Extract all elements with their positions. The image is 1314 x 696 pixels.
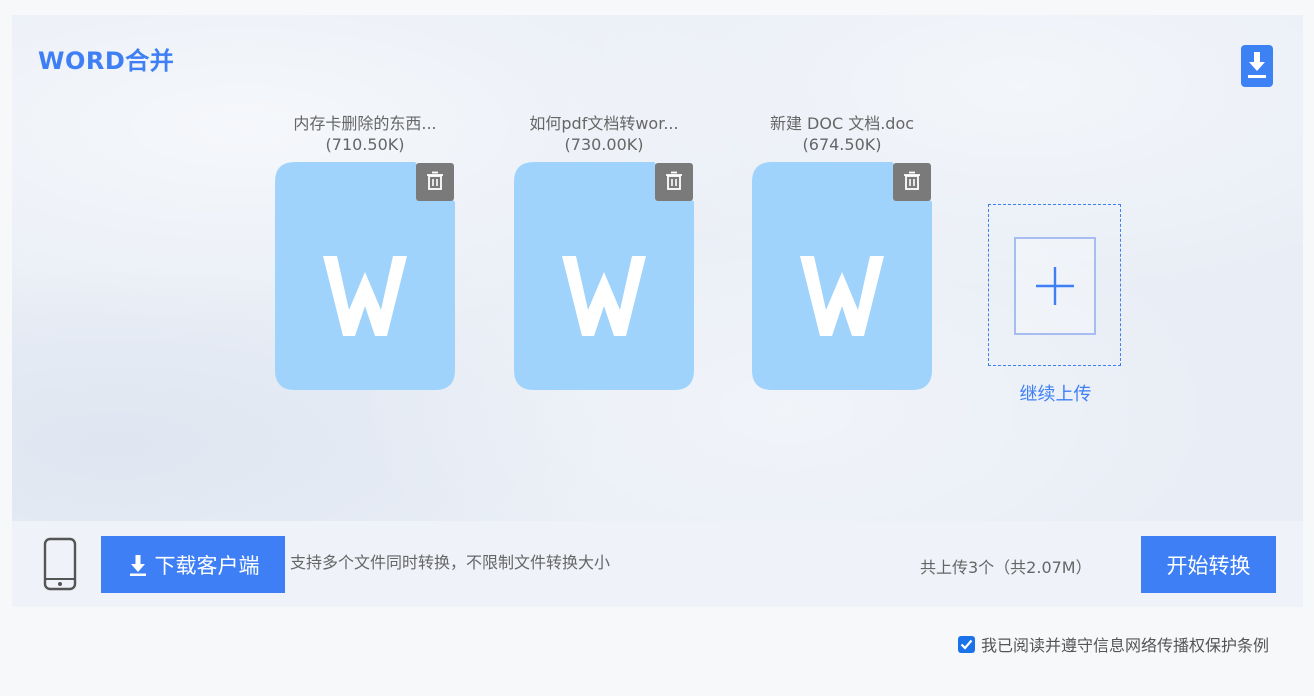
continue-upload-label[interactable]: 继续上传 [988, 380, 1123, 406]
file-size: (674.50K) [802, 135, 882, 154]
upload-total: 共上传3个（共2.07M） [920, 558, 1092, 577]
file-name: 内存卡删除的东西... [293, 114, 437, 133]
check-icon [960, 639, 973, 650]
plus-icon [1036, 267, 1074, 305]
download-client-button[interactable]: 下载客户端 [101, 536, 285, 593]
file-size: (710.50K) [325, 135, 405, 154]
phone-icon [43, 537, 77, 595]
delete-file-button[interactable] [893, 163, 931, 201]
trash-icon [427, 171, 443, 190]
download-client-label: 下载客户端 [154, 553, 260, 578]
support-text: 支持多个文件同时转换，不限制文件转换大小 [290, 553, 611, 572]
trash-icon [666, 171, 682, 190]
file-name: 新建 DOC 文档.doc [769, 114, 915, 133]
download-icon [129, 554, 146, 576]
trash-icon [904, 171, 920, 190]
bottom-bar: 下载客户端 支持多个文件同时转换，不限制文件转换大小 共上传3个（共2.07M）… [12, 521, 1303, 607]
file-card: 内存卡删除的东西... (710.50K) [275, 110, 455, 392]
page: WORD合并 内存卡删除的东西... (710.50K) 如何pdf文档转wor… [0, 0, 1314, 696]
start-convert-button[interactable]: 开始转换 [1141, 536, 1276, 593]
agreement-text[interactable]: 我已阅读并遵守信息网络传播权保护条例 [981, 632, 1269, 656]
continue-upload-button[interactable] [988, 204, 1121, 366]
agreement-checkbox[interactable] [958, 635, 975, 653]
file-name: 如何pdf文档转wor... [529, 114, 679, 133]
upload-dropzone[interactable] [1014, 237, 1096, 335]
delete-file-button[interactable] [416, 163, 454, 201]
file-card: 新建 DOC 文档.doc (674.50K) [752, 110, 932, 392]
download-icon[interactable] [1241, 45, 1273, 87]
file-size: (730.00K) [564, 135, 644, 154]
page-title: WORD合并 [38, 47, 175, 75]
delete-file-button[interactable] [655, 163, 693, 201]
agreement: 我已阅读并遵守信息网络传播权保护条例 [958, 632, 1269, 656]
file-card: 如何pdf文档转wor... (730.00K) [514, 110, 694, 392]
